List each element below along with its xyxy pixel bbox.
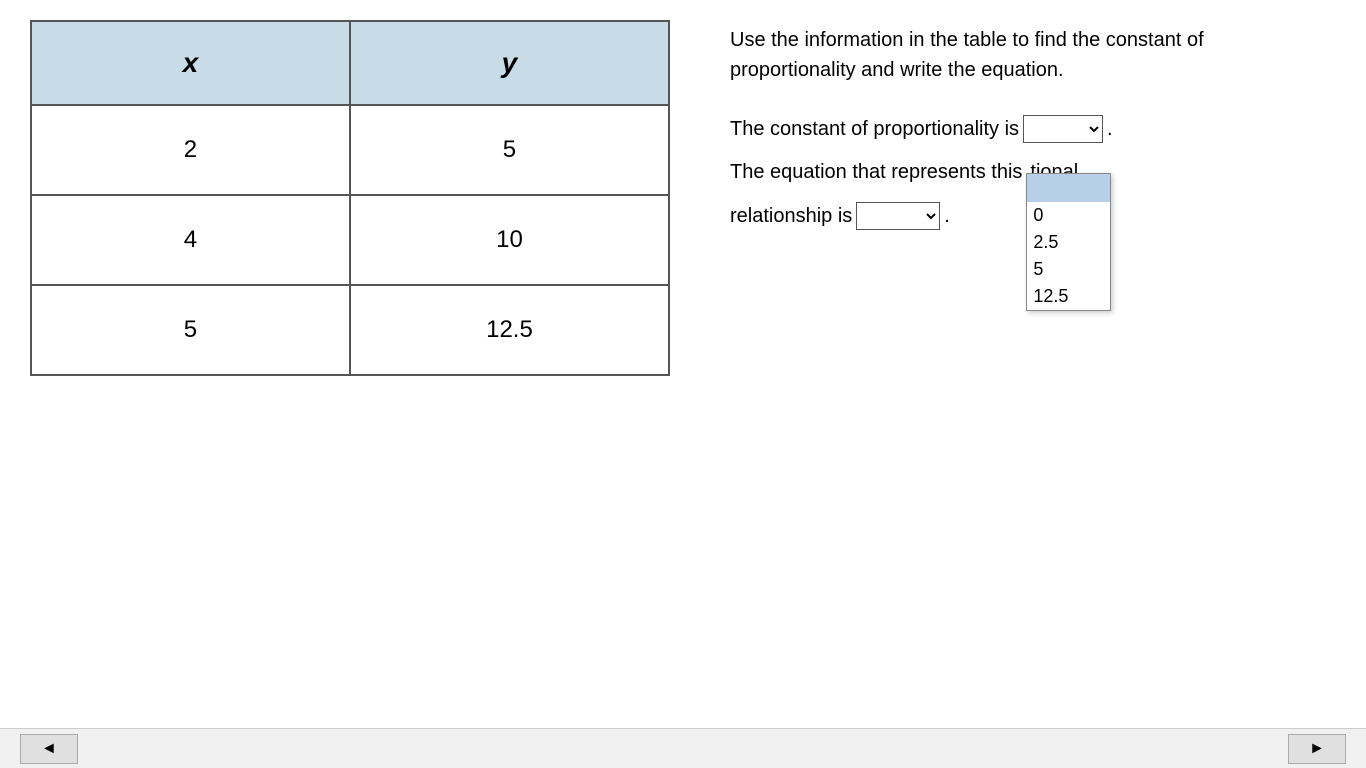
q1-prefix: The constant of proportionality is xyxy=(730,118,1019,141)
q2-suffix3: . xyxy=(944,205,950,228)
constant-dropdown[interactable]: 02.5512.5 xyxy=(1023,115,1103,143)
table-cell-x: 5 xyxy=(31,285,350,375)
question2-line: The equation that represents this 0 2.5 … xyxy=(730,161,1336,184)
table-cell-y: 12.5 xyxy=(350,285,669,375)
instructions-text: Use the information in the table to find… xyxy=(730,25,1290,85)
equation-select[interactable]: y=2.5xy=5xy=0x xyxy=(856,202,940,230)
right-section: Use the information in the table to find… xyxy=(730,20,1336,248)
q1-suffix: . xyxy=(1107,118,1113,141)
data-table: x y 25410512.5 xyxy=(30,20,670,376)
main-content: x y 25410512.5 Use the information in th… xyxy=(0,0,1366,396)
table-row: 25 xyxy=(31,105,669,195)
col-x-header: x xyxy=(31,21,350,105)
question1-line: The constant of proportionality is 02.55… xyxy=(730,115,1336,143)
col-y-header: y xyxy=(350,21,669,105)
table-cell-y: 10 xyxy=(350,195,669,285)
table-header-row: x y xyxy=(31,21,669,105)
option-12.5[interactable]: 12.5 xyxy=(1027,283,1110,310)
table-row: 512.5 xyxy=(31,285,669,375)
equation-dropdown-open[interactable]: 0 2.5 5 12.5 xyxy=(1026,173,1111,311)
bottom-bar: ◄ ► xyxy=(0,728,1366,768)
option-2.5[interactable]: 2.5 xyxy=(1027,229,1110,256)
table-row: 410 xyxy=(31,195,669,285)
dropdown-selected-display[interactable] xyxy=(1027,174,1110,202)
table-section: x y 25410512.5 xyxy=(30,20,670,376)
table-cell-x: 2 xyxy=(31,105,350,195)
option-5[interactable]: 5 xyxy=(1027,256,1110,283)
back-button[interactable]: ◄ xyxy=(20,734,78,764)
option-0[interactable]: 0 xyxy=(1027,202,1110,229)
table-cell-y: 5 xyxy=(350,105,669,195)
table-cell-x: 4 xyxy=(31,195,350,285)
q2-suffix2: relationship is xyxy=(730,205,852,228)
q2-prefix: The equation that represents this xyxy=(730,161,1022,184)
forward-button[interactable]: ► xyxy=(1288,734,1346,764)
